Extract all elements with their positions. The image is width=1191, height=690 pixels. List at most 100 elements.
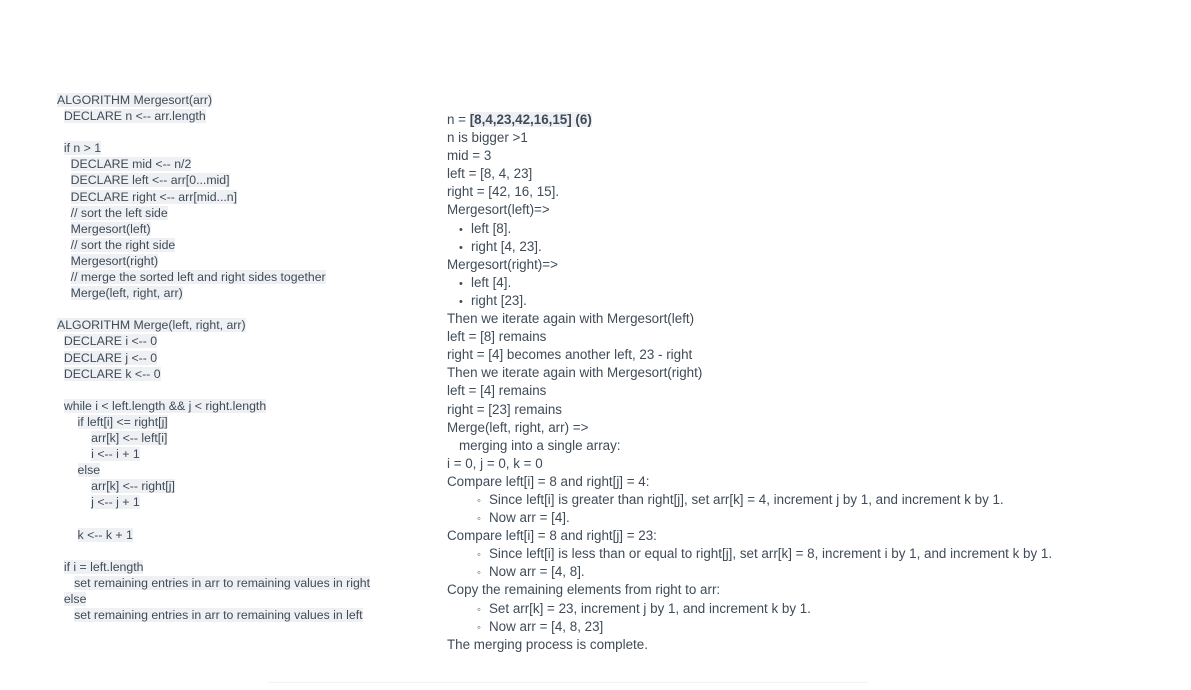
bullet-item: left [8].	[447, 220, 1187, 238]
code-line: else	[57, 462, 447, 478]
note-line: right = [4] becomes another left, 23 - r…	[447, 346, 1187, 364]
note-text: merging into a single array:	[459, 437, 621, 453]
note-text: right [23].	[471, 292, 527, 308]
note-text: Mergesort(left)=>	[447, 202, 550, 218]
bullet-item: Now arr = [4].	[447, 509, 1187, 527]
code-text: DECLARE i <-- 0	[63, 334, 158, 349]
code-line: if left[i] <= right[j]	[57, 414, 447, 430]
code-line: ALGORITHM Merge(left, right, arr)	[57, 317, 447, 333]
note-text: left = [4] remains	[447, 383, 547, 399]
code-text: if left[i] <= right[j]	[77, 414, 168, 429]
code-text: set remaining entries in arr to remainin…	[74, 608, 363, 622]
note-text: left [8].	[471, 220, 512, 236]
code-text: else	[77, 463, 101, 478]
code-text: while i < left.length && j < right.lengt…	[63, 398, 267, 413]
code-line: i <-- i + 1	[57, 446, 447, 462]
code-line: if n > 1	[57, 140, 447, 156]
note-line: Then we iterate again with Mergesort(lef…	[447, 310, 1187, 328]
note-text: left = [8] remains	[447, 329, 547, 345]
note-text: Merge(left, right, arr) =>	[447, 419, 589, 435]
note-text: right = [42, 16, 15].	[447, 184, 560, 200]
note-text: Mergesort(right)=>	[447, 256, 558, 272]
note-line: Compare left[i] = 8 and right[j] = 23:	[447, 527, 1187, 545]
divider	[268, 682, 868, 683]
code-line: // merge the sorted left and right sides…	[57, 269, 447, 285]
pseudocode-block: ALGORITHM Mergesort(arr) DECLARE n <-- a…	[57, 92, 447, 623]
sub-bullet-icon	[477, 491, 489, 510]
note-text: i = 0, j = 0, k = 0	[447, 455, 543, 471]
code-text: j <-- j + 1	[91, 495, 140, 510]
code-text: arr[k] <-- left[i]	[91, 430, 168, 445]
bullet-item: Set arr[k] = 23, increment j by 1, and i…	[447, 600, 1187, 618]
code-line: Mergesort(left)	[57, 221, 447, 237]
code-text: if i = left.length	[63, 559, 144, 574]
note-text: Now arr = [4].	[489, 510, 570, 526]
code-text: if n > 1	[63, 141, 102, 156]
code-line: ALGORITHM Mergesort(arr)	[57, 92, 447, 108]
n-array-value: [8,4,23,42,16,15] (6)	[469, 112, 592, 127]
code-text: DECLARE n <-- arr.length	[63, 109, 206, 124]
n-prefix: n =	[447, 112, 470, 127]
code-text: DECLARE right <-- arr[mid...n]	[70, 189, 238, 204]
note-text: left = [8, 4, 23]	[447, 166, 533, 182]
note-line: Copy the remaining elements from right t…	[447, 581, 1187, 599]
code-line: arr[k] <-- right[j]	[57, 478, 447, 494]
sub-bullet-icon	[477, 563, 489, 582]
bullet-item: right [4, 23].	[447, 238, 1187, 256]
code-line: else	[57, 591, 447, 607]
note-text: Compare left[i] = 8 and right[j] = 23:	[447, 528, 657, 544]
bullet-item: Now arr = [4, 8, 23]	[447, 618, 1187, 636]
code-text: ALGORITHM Mergesort(arr)	[57, 93, 213, 107]
note-line: left = [8] remains	[447, 328, 1187, 346]
bullet-icon	[459, 238, 471, 257]
note-text: Then we iterate again with Mergesort(rig…	[447, 365, 703, 381]
code-line: DECLARE left <-- arr[0...mid]	[57, 172, 447, 188]
n-array-line: n = [8,4,23,42,16,15] (6)	[447, 111, 1187, 129]
note-text: Now arr = [4, 8, 23]	[489, 618, 604, 634]
note-text: Since left[i] is greater than right[j], …	[489, 491, 1004, 507]
code-line: DECLARE i <-- 0	[57, 333, 447, 349]
note-text: Copy the remaining elements from right t…	[447, 582, 721, 598]
code-text: k <-- k + 1	[77, 527, 133, 542]
code-text: DECLARE left <-- arr[0...mid]	[70, 173, 230, 188]
code-line: set remaining entries in arr to remainin…	[57, 607, 447, 623]
code-line: DECLARE k <-- 0	[57, 366, 447, 382]
note-line: right = [42, 16, 15].	[447, 183, 1187, 201]
code-line: DECLARE right <-- arr[mid...n]	[57, 189, 447, 205]
code-text: arr[k] <-- right[j]	[91, 479, 175, 494]
note-text: The merging process is complete.	[447, 636, 648, 652]
note-line: Mergesort(right)=>	[447, 256, 1187, 274]
note-line: i = 0, j = 0, k = 0	[447, 455, 1187, 473]
note-text: Then we iterate again with Mergesort(lef…	[447, 311, 695, 327]
code-text: Mergesort(right)	[70, 253, 159, 268]
note-text: left [4].	[471, 274, 512, 290]
code-text: // merge the sorted left and right sides…	[70, 270, 326, 285]
explanation-notes: n = [8,4,23,42,16,15] (6) n is bigger >1…	[447, 111, 1187, 654]
code-line: while i < left.length && j < right.lengt…	[57, 398, 447, 414]
sub-bullet-icon	[477, 509, 489, 528]
bullet-icon	[459, 220, 471, 239]
code-text: Mergesort(left)	[70, 221, 151, 236]
bullet-item: right [23].	[447, 292, 1187, 310]
code-line: // sort the left side	[57, 205, 447, 221]
code-text: // sort the left side	[70, 205, 168, 220]
code-line: // sort the right side	[57, 237, 447, 253]
note-line: The merging process is complete.	[447, 636, 1187, 654]
sub-bullet-icon	[477, 600, 489, 619]
bullet-icon	[459, 274, 471, 293]
sub-bullet-icon	[477, 618, 489, 637]
note-text: right = [4] becomes another left, 23 - r…	[447, 347, 693, 363]
code-text: DECLARE k <-- 0	[63, 366, 161, 381]
bullet-item: left [4].	[447, 274, 1187, 292]
sub-bullet-icon	[477, 545, 489, 564]
code-text: i <-- i + 1	[91, 447, 140, 462]
code-text: set remaining entries in arr to remainin…	[74, 575, 371, 590]
note-line: left = [8, 4, 23]	[447, 165, 1187, 183]
note-line: left = [4] remains	[447, 382, 1187, 400]
note-line: Mergesort(left)=>	[447, 201, 1187, 219]
bullet-item: Now arr = [4, 8].	[447, 563, 1187, 581]
